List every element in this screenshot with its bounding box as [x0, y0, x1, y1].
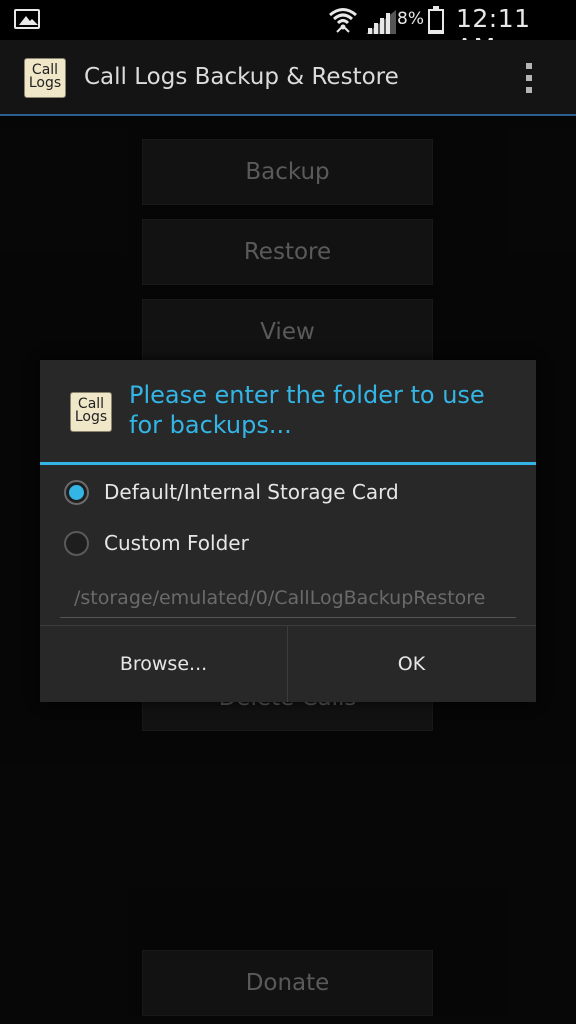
dialog-icon-line-2: Logs — [74, 409, 108, 425]
option-default-storage-label: Default/Internal Storage Card — [104, 480, 399, 504]
browse-button[interactable]: Browse... — [40, 626, 287, 702]
app-logo-icon[interactable]: Call Logs — [24, 58, 66, 98]
dialog-title: Please enter the folder to use for backu… — [129, 381, 485, 439]
radio-checked-icon[interactable] — [64, 480, 89, 505]
option-default-storage[interactable]: Default/Internal Storage Card — [62, 473, 522, 513]
wifi-icon — [329, 8, 357, 33]
ok-button[interactable]: OK — [288, 626, 535, 702]
backup-folder-dialog: Call Logs Please enter the folder to use… — [40, 360, 536, 702]
battery-percent: 8% — [397, 9, 424, 29]
battery-icon — [428, 6, 444, 34]
app-logo-line-2: Logs — [28, 75, 62, 91]
status-bar: 8% 12:11 AM — [0, 0, 576, 62]
option-custom-folder-label: Custom Folder — [104, 531, 249, 555]
radio-unchecked-icon[interactable] — [64, 531, 89, 556]
image-notification-icon — [14, 9, 40, 29]
app-title: Call Logs Backup & Restore — [84, 64, 399, 90]
dialog-title-divider — [40, 462, 536, 465]
action-bar: Call Logs Call Logs Backup & Restore — [0, 40, 576, 116]
overflow-menu-icon[interactable] — [522, 61, 536, 95]
option-custom-folder[interactable]: Custom Folder — [62, 524, 522, 564]
dialog-app-icon: Call Logs — [70, 392, 112, 432]
signal-icon — [366, 10, 396, 34]
folder-path-input[interactable]: /storage/emulated/0/CallLogBackupRestore — [60, 576, 516, 618]
